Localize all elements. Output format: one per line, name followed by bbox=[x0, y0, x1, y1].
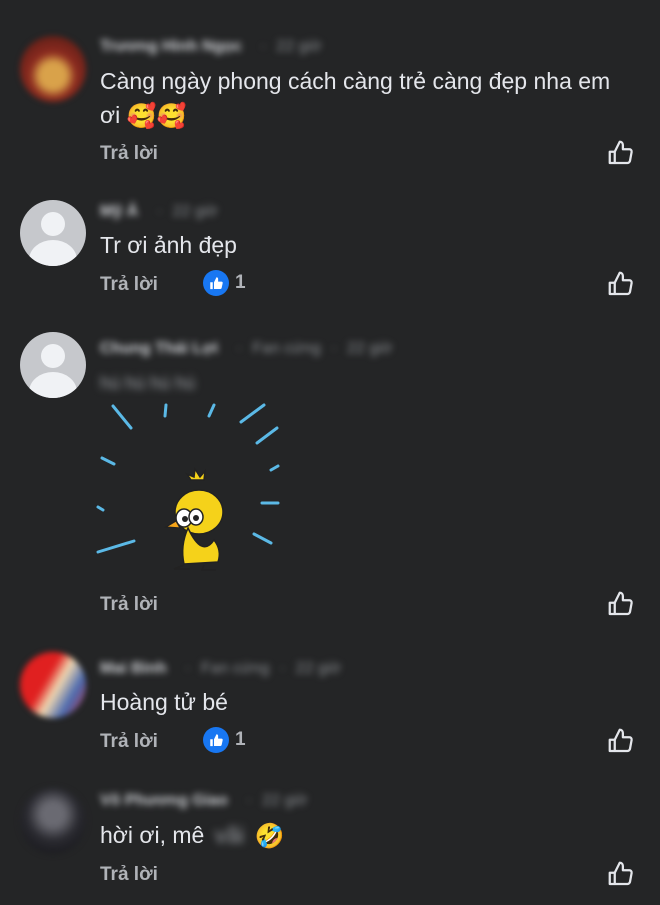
comment-meta: Mỹ Ả · 22 giờ bbox=[100, 203, 218, 220]
comment-meta: Võ Phương Giao · 22 giờ bbox=[100, 792, 308, 809]
commenter-name[interactable]: Chung Thái Lợi bbox=[100, 340, 218, 357]
reaction-summary[interactable]: 1 bbox=[203, 270, 246, 296]
comment-meta: Trương Hình Ngọc · 22 giờ bbox=[100, 38, 322, 55]
reply-button[interactable]: Trả lời bbox=[100, 594, 158, 616]
comment-text: hú hú hú hú bbox=[100, 373, 196, 393]
comment-meta: Mai Bình · Fan cứng · 22 giờ bbox=[100, 660, 341, 677]
commenter-name[interactable]: Trương Hình Ngọc bbox=[100, 38, 242, 55]
thumbs-up-icon[interactable] bbox=[606, 726, 636, 756]
commenter-name[interactable]: Mai Bình bbox=[100, 660, 167, 677]
reply-button[interactable]: Trả lời bbox=[100, 143, 158, 165]
avatar[interactable] bbox=[20, 36, 86, 102]
fan-badge: Fan cứng bbox=[200, 660, 270, 677]
avatar[interactable] bbox=[20, 788, 86, 854]
thumbs-up-icon[interactable] bbox=[606, 138, 636, 168]
reply-button[interactable]: Trả lời bbox=[100, 274, 158, 296]
commenter-name[interactable]: Võ Phương Giao bbox=[100, 792, 228, 809]
reaction-count: 1 bbox=[235, 272, 246, 293]
avatar[interactable] bbox=[20, 652, 86, 718]
commenter-name[interactable]: Mỹ Ả bbox=[100, 203, 138, 220]
like-reaction-icon bbox=[203, 727, 229, 753]
woodstock-sticker[interactable] bbox=[96, 400, 286, 580]
reaction-count: 1 bbox=[235, 729, 246, 750]
comment-text-content: hời ơi, mê bbox=[100, 822, 205, 848]
avatar[interactable] bbox=[20, 200, 86, 266]
woodstock-bird bbox=[164, 466, 224, 571]
comment-text: Tr ơi ảnh đẹp bbox=[100, 232, 237, 258]
comment-time: 22 giờ bbox=[347, 340, 393, 357]
comment-meta: Chung Thái Lợi · Fan cứng · 22 giờ bbox=[100, 340, 393, 357]
comment-text: hời ơi, mê vãi 🤣 bbox=[100, 818, 620, 854]
reply-button[interactable]: Trả lời bbox=[100, 731, 158, 753]
smiling-face-with-hearts-emoji: 🥰🥰 bbox=[126, 102, 187, 130]
like-reaction-icon bbox=[203, 270, 229, 296]
blurred-word: vãi bbox=[214, 822, 245, 848]
rolling-on-floor-laughing-emoji: 🤣 bbox=[254, 822, 285, 850]
comment-time: 22 giờ bbox=[295, 660, 341, 677]
comment-text: Hoàng tử bé bbox=[100, 689, 228, 715]
fan-badge: Fan cứng bbox=[252, 340, 321, 357]
thumbs-up-icon[interactable] bbox=[606, 859, 636, 889]
thumbs-up-icon[interactable] bbox=[606, 269, 636, 299]
reply-button[interactable]: Trả lời bbox=[100, 864, 158, 886]
reaction-summary[interactable]: 1 bbox=[203, 727, 246, 753]
comment-text: Càng ngày phong cách càng trẻ càng đẹp n… bbox=[100, 64, 620, 134]
avatar[interactable] bbox=[20, 332, 86, 398]
comment-time: 22 giờ bbox=[172, 203, 218, 220]
thumbs-up-icon[interactable] bbox=[606, 589, 636, 619]
comment-time: 22 giờ bbox=[262, 792, 308, 809]
comment-time: 22 giờ bbox=[276, 38, 322, 55]
